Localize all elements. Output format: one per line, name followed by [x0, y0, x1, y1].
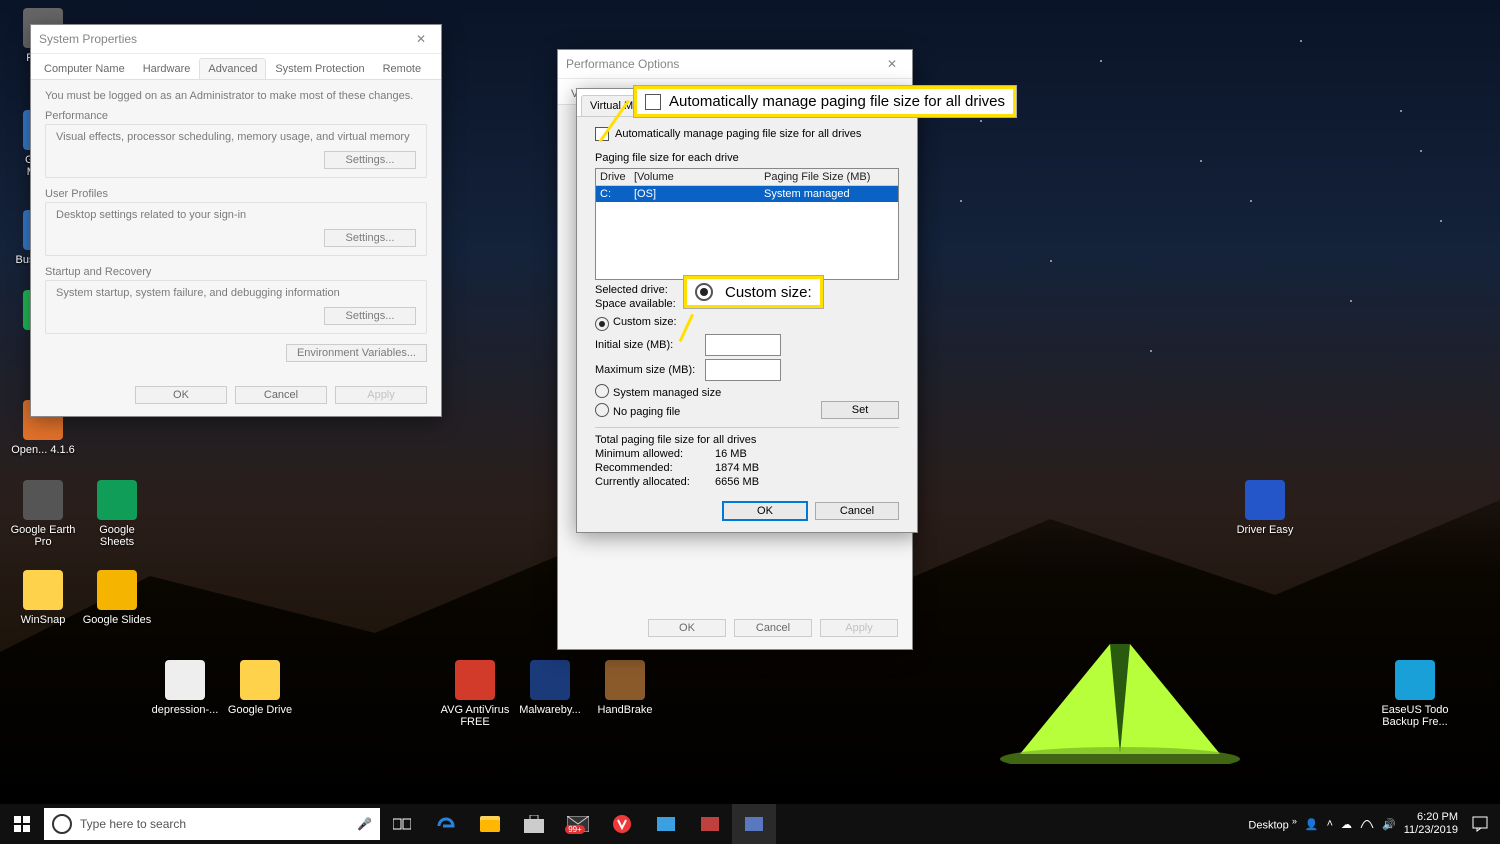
system-properties-window[interactable]: System Properties ✕ Computer Name Hardwa…: [30, 24, 442, 417]
performance-settings-button[interactable]: Settings...: [324, 151, 416, 169]
initial-size-input[interactable]: [705, 334, 781, 356]
ok-button[interactable]: OK: [648, 619, 726, 637]
title: System Properties: [39, 32, 137, 46]
drive-list[interactable]: Drive [Volume Paging File Size (MB) C: […: [595, 168, 899, 280]
desktop-icon[interactable]: Google Slides: [82, 570, 152, 626]
field-maximum-size: Maximum size (MB):: [595, 359, 899, 381]
desktop-icon[interactable]: depression-...: [150, 660, 220, 716]
tab-remote[interactable]: Remote: [374, 58, 431, 79]
desktop-icon[interactable]: AVG AntiVirus FREE: [440, 660, 510, 728]
callout-auto-manage: Automatically manage paging file size fo…: [634, 86, 1016, 117]
taskbar-app-icon[interactable]: [688, 804, 732, 844]
group-performance: Performance Visual effects, processor sc…: [45, 110, 427, 178]
titlebar[interactable]: Performance Options ✕: [558, 50, 912, 79]
close-icon[interactable]: ✕: [401, 25, 441, 53]
volume-icon[interactable]: 🔊: [1382, 818, 1396, 831]
virtual-memory-dialog[interactable]: Virtual M... Automatically manage paging…: [576, 88, 918, 533]
desktop-icon[interactable]: HandBrake: [590, 660, 660, 716]
totals-title: Total paging file size for all drives: [595, 427, 899, 446]
desktop[interactable]: Recy... Goog... Musi... Busin... 2... Sp…: [0, 0, 1500, 844]
system-tray: Desktop » 👤 ˄ ☁ 🔊 6:20 PM 11/23/2019: [1248, 804, 1500, 844]
apply-button[interactable]: Apply: [820, 619, 898, 637]
radio-icon: [695, 283, 713, 301]
desktop-icon[interactable]: Malwareby...: [515, 660, 585, 716]
start-button[interactable]: [0, 804, 44, 844]
tab-system-protection[interactable]: System Protection: [266, 58, 373, 79]
microphone-icon[interactable]: 🎤: [357, 817, 372, 831]
desktop-icon[interactable]: EaseUS Todo Backup Fre...: [1380, 660, 1450, 728]
network-icon[interactable]: [1360, 817, 1374, 832]
checkbox-icon: [645, 94, 661, 110]
titlebar[interactable]: System Properties ✕: [31, 25, 441, 54]
radio-custom-size[interactable]: Custom size:: [595, 316, 899, 331]
cortana-icon: [52, 814, 72, 834]
callout-custom-size: Custom size:: [684, 276, 823, 308]
desktop-icon[interactable]: WinSnap: [8, 570, 78, 626]
tabstrip: Computer Name Hardware Advanced System P…: [31, 54, 441, 80]
field-initial-size: Initial size (MB):: [595, 334, 899, 356]
cancel-button[interactable]: Cancel: [734, 619, 812, 637]
search-placeholder: Type here to search: [80, 817, 186, 831]
desktop-icon[interactable]: Google Earth Pro: [8, 480, 78, 548]
body: Automatically manage paging file size fo…: [577, 117, 917, 532]
ok-button[interactable]: OK: [135, 386, 227, 404]
radio-no-paging-file[interactable]: No paging file: [595, 403, 680, 418]
environment-variables-button[interactable]: Environment Variables...: [286, 344, 427, 362]
drive-row[interactable]: C: [OS] System managed: [596, 186, 898, 202]
startup-settings-button[interactable]: Settings...: [324, 307, 416, 325]
tab-computer-name[interactable]: Computer Name: [35, 58, 134, 79]
desktop-icon[interactable]: Google Drive: [225, 660, 295, 716]
apply-button[interactable]: Apply: [335, 386, 427, 404]
people-icon[interactable]: 👤: [1305, 818, 1319, 831]
task-view-icon[interactable]: [380, 804, 424, 844]
microsoft-store-icon[interactable]: [512, 804, 556, 844]
vivaldi-icon[interactable]: [600, 804, 644, 844]
title: Performance Options: [566, 57, 679, 71]
body: You must be logged on as an Administrato…: [31, 80, 441, 372]
wallpaper-tent: [1000, 634, 1240, 764]
clock[interactable]: 6:20 PM 11/23/2019: [1404, 811, 1458, 837]
taskbar-app-icon-active[interactable]: [732, 804, 776, 844]
cancel-button[interactable]: Cancel: [815, 502, 899, 520]
onedrive-icon[interactable]: ☁: [1341, 818, 1352, 831]
admin-note: You must be logged on as an Administrato…: [45, 90, 427, 102]
list-header: Drive [Volume Paging File Size (MB): [596, 169, 898, 186]
taskbar-app-icon[interactable]: [644, 804, 688, 844]
group-user-profiles: User Profiles Desktop settings related t…: [45, 188, 427, 256]
file-explorer-icon[interactable]: [468, 804, 512, 844]
edge-icon[interactable]: [424, 804, 468, 844]
tab-advanced[interactable]: Advanced: [199, 58, 266, 79]
toolbar-desktop[interactable]: Desktop »: [1248, 816, 1297, 832]
search-box[interactable]: Type here to search 🎤: [44, 808, 380, 840]
cancel-button[interactable]: Cancel: [235, 386, 327, 404]
maximum-size-input[interactable]: [705, 359, 781, 381]
mail-icon[interactable]: 99+: [556, 804, 600, 844]
desktop-icon[interactable]: Driver Easy: [1230, 480, 1300, 536]
set-button[interactable]: Set: [821, 401, 899, 419]
tray-chevron-icon[interactable]: ˄: [1327, 818, 1333, 830]
taskbar[interactable]: Type here to search 🎤 99+ Desktop » 👤 ˄ …: [0, 804, 1500, 844]
action-center-icon[interactable]: [1466, 804, 1494, 844]
auto-manage-checkbox[interactable]: Automatically manage paging file size fo…: [595, 127, 861, 141]
profiles-settings-button[interactable]: Settings...: [324, 229, 416, 247]
section-title: Paging file size for each drive: [595, 152, 899, 164]
group-startup-recovery: Startup and Recovery System startup, sys…: [45, 266, 427, 334]
tab-hardware[interactable]: Hardware: [134, 58, 200, 79]
radio-system-managed[interactable]: System managed size: [595, 384, 899, 399]
close-icon[interactable]: ✕: [872, 50, 912, 78]
ok-button[interactable]: OK: [723, 502, 807, 520]
desktop-icon[interactable]: Google Sheets: [82, 480, 152, 548]
